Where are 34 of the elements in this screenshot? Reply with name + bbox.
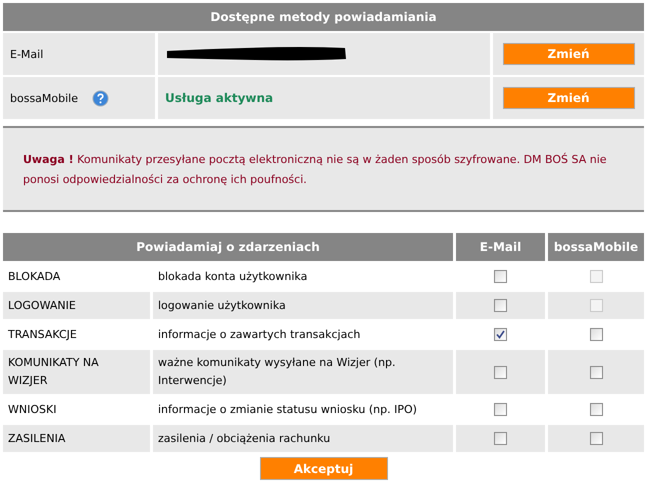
checkbox[interactable] [590,432,602,445]
accept-button[interactable]: Akceptuj [260,457,388,480]
column-header: bossaMobile [548,233,644,261]
checkbox[interactable] [494,366,507,378]
column-header: Powiadamiaj o zdarzeniach [3,233,453,261]
event-name: KOMUNIKATY NA WIZJER [8,355,100,389]
warning-message: Uwaga ! Komunikaty przesyłane pocztą elektroniczną nie są w żaden sposób szyfrowane. DM BOŚ SA nie ponosi odpowiedzialności za ochronę ich poufności. [3,126,644,212]
event-description: informacje o zmianie statusu wniosku (np. IPO) [158,402,417,418]
change-button[interactable]: Zmień [502,87,634,109]
section-header: Dostępne metody powiadamiania [3,3,644,31]
checkbox[interactable] [494,299,507,312]
method-label: E-Mail [10,48,44,60]
method-label: bossaMobile [10,92,78,104]
event-name: TRANSAKCJE [8,326,77,342]
event-description: blokada konta użytkownika [158,268,308,284]
event-name: WNIOSKI [8,402,56,418]
checkbox[interactable] [494,270,507,283]
change-button[interactable]: Zmień [502,43,634,65]
checkbox[interactable] [494,328,507,341]
checkbox[interactable] [590,403,602,416]
service-status: Usługa aktywna [165,91,274,105]
event-name: BLOKADA [8,268,60,284]
event-name: ZASILENIA [8,430,66,446]
event-description: ważne komunikaty wysyłane na Wizjer (np. Interwencje) [158,355,397,389]
event-description: informacje o zawartych transakcjach [158,326,360,342]
help-icon[interactable] [92,90,109,106]
checkbox[interactable] [494,403,507,416]
checkbox[interactable] [590,366,602,378]
event-name: LOGOWANIE [8,298,76,314]
column-header: E-Mail [456,233,545,261]
checkbox[interactable] [590,328,602,341]
event-description: zasilenia / obciążenia rachunku [158,430,330,446]
checkbox[interactable] [494,432,507,445]
event-description: logowanie użytkownika [158,298,286,314]
